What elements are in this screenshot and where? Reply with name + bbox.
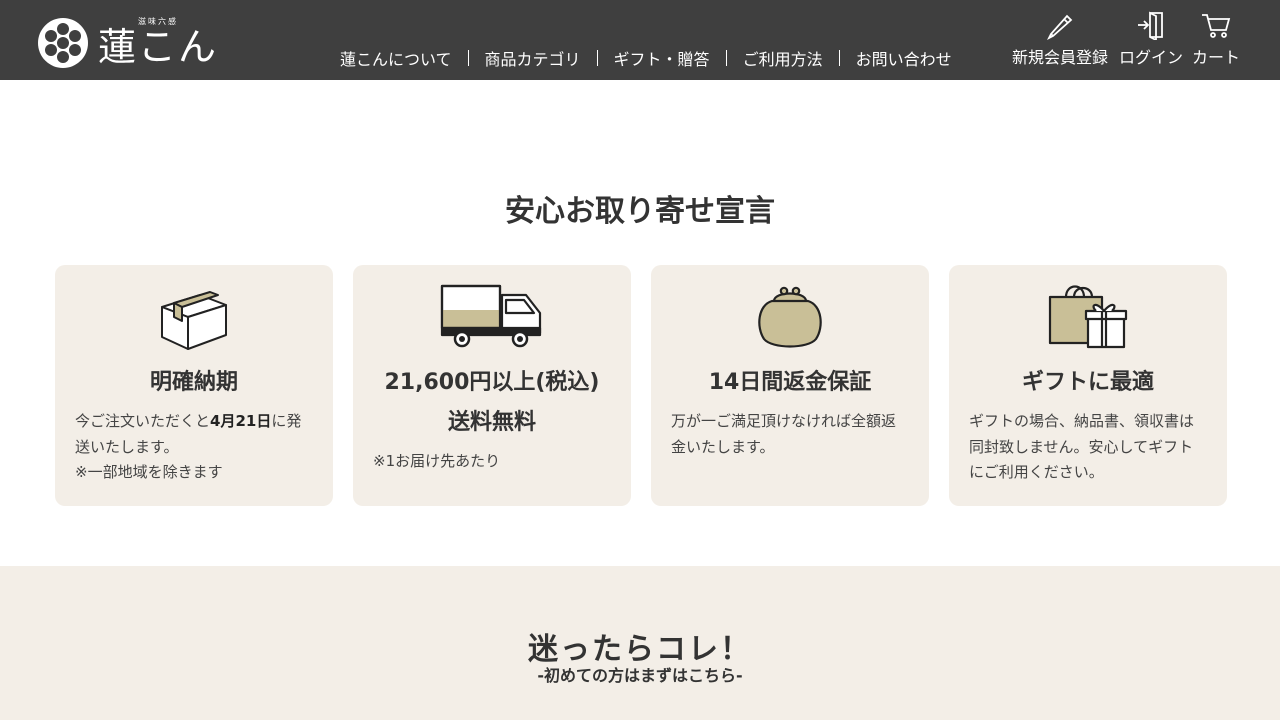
- promise-card-title: ギフトに最適: [1021, 370, 1154, 395]
- promise-card-desc: 万が一ご満足頂けなければ全額返金いたします。: [671, 412, 897, 456]
- nav-contact[interactable]: お問い合わせ: [840, 46, 968, 70]
- promise-card-title: 明確納期: [149, 370, 238, 395]
- promise-card-refund: 14日間返金保証 万が一ご満足頂けなければ全額返金いたします。: [651, 265, 929, 506]
- promise-card-desc: 今ご注文いただくと4月21日に発送いたします。 ※一部地域を除きます: [75, 409, 313, 486]
- box-icon: [161, 291, 227, 350]
- promise-card-title: 14日間返金保証: [708, 370, 872, 395]
- cart-link[interactable]: カート: [1192, 10, 1240, 68]
- logo-subtext: 滋味六感: [138, 17, 178, 26]
- truck-icon: [440, 284, 542, 348]
- recommend-subtitle: -初めての方はまずはこちら-: [537, 666, 743, 685]
- promise-card-title: 21,600円以上(税込) 送料無料: [353, 363, 631, 442]
- promise-card-desc: ギフトの場合、納品書、領収書は同封致しません。安心してギフトにご利用ください。: [969, 412, 1195, 481]
- pencil-icon: [1046, 14, 1073, 40]
- login-door-icon: [1138, 11, 1163, 40]
- main-nav: 蓮こんについて 商品カテゴリ ギフト・贈答 ご利用方法 お問い合わせ: [324, 46, 968, 70]
- login-label: ログイン: [1119, 48, 1184, 67]
- register-label: 新規会員登録: [1012, 48, 1109, 67]
- lotus-root-icon: [38, 18, 88, 68]
- free-shipping-label: 送料無料: [447, 409, 536, 435]
- login-link[interactable]: ログイン: [1119, 10, 1183, 68]
- promise-section-title: 安心お取り寄せ宣言: [505, 194, 775, 229]
- recommend-section: 迷ったらコレ！ -初めての方はまずはこちら-: [0, 566, 1280, 720]
- cart-label: カート: [1192, 48, 1241, 67]
- gift-bag-icon: [1048, 285, 1128, 349]
- shipping-threshold: 21,600円以上(税込): [384, 370, 600, 395]
- site-logo[interactable]: 蓮こん 滋味六感: [38, 14, 218, 70]
- nav-how-to-use[interactable]: ご利用方法: [727, 46, 839, 70]
- site-header: 蓮こん 滋味六感 蓮こんについて 商品カテゴリ ギフト・贈答 ご利用方法 お問い…: [0, 0, 1280, 80]
- register-link[interactable]: 新規会員登録: [1012, 10, 1108, 68]
- promise-card-gift: ギフトに最適 ギフトの場合、納品書、領収書は同封致しません。安心してギフトにご利…: [949, 265, 1227, 506]
- cart-icon: [1202, 14, 1231, 38]
- purse-icon: [758, 286, 822, 348]
- nav-categories[interactable]: 商品カテゴリ: [469, 46, 597, 70]
- promise-cards: 明確納期 今ご注文いただくと4月21日に発送いたします。 ※一部地域を除きます: [55, 265, 1227, 506]
- nav-gift[interactable]: ギフト・贈答: [598, 46, 726, 70]
- promise-card-desc: ※1お届け先あたり: [373, 452, 501, 470]
- delivery-date: 4月21日: [210, 412, 272, 430]
- promise-card-delivery: 明確納期 今ご注文いただくと4月21日に発送いたします。 ※一部地域を除きます: [55, 265, 333, 506]
- delivery-note: ※一部地域を除きます: [75, 463, 223, 481]
- delivery-desc-text: 今ご注文いただくと: [75, 412, 211, 430]
- promise-card-shipping: 21,600円以上(税込) 送料無料 ※1お届け先あたり: [353, 265, 631, 506]
- nav-about[interactable]: 蓮こんについて: [324, 46, 468, 70]
